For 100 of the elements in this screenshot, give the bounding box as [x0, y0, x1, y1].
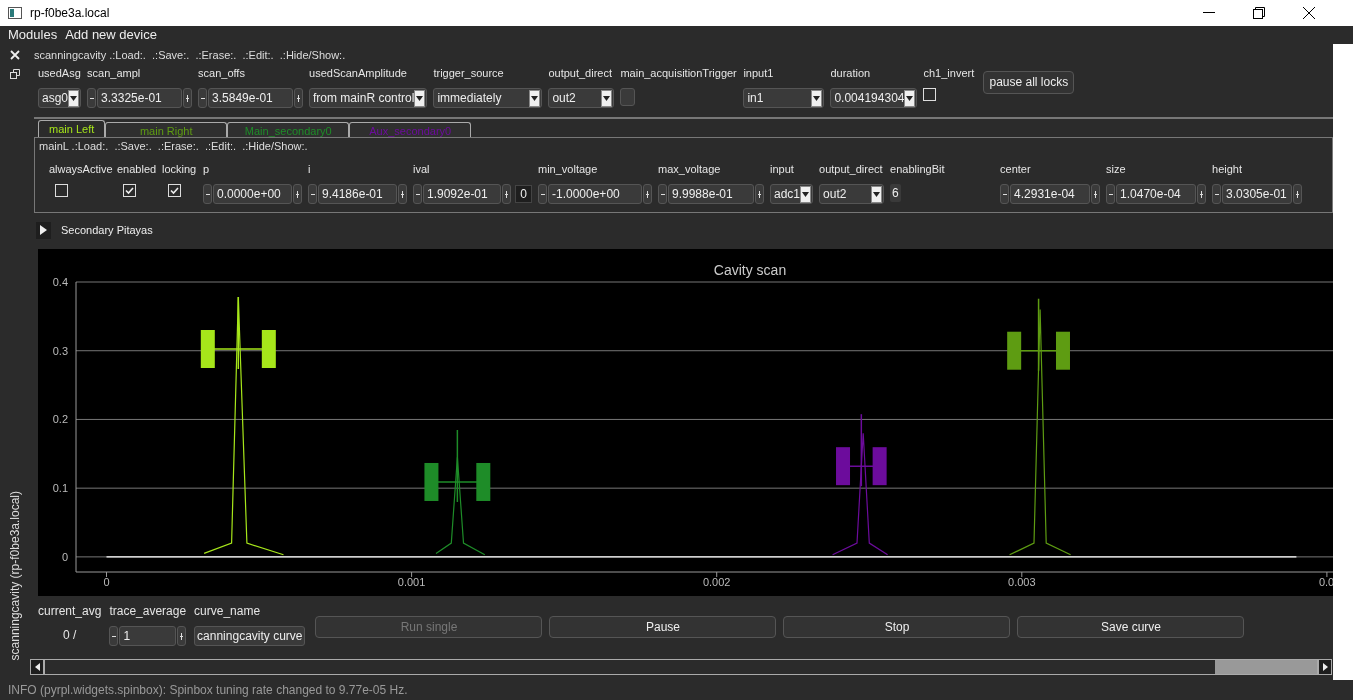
- float-icon[interactable]: [10, 69, 20, 79]
- minus-icon: [1214, 193, 1219, 195]
- minimize-icon[interactable]: [1203, 12, 1215, 14]
- checkbox[interactable]: [168, 184, 181, 197]
- plus-icon: [401, 190, 404, 198]
- number-field[interactable]: 4.2931e-04: [1010, 184, 1091, 204]
- field-label: usedAsg: [38, 66, 82, 80]
- increment-button[interactable]: [502, 184, 512, 204]
- dropdown[interactable]: out2: [819, 184, 885, 204]
- number-field[interactable]: 9.9988e-01: [668, 184, 754, 204]
- y-tick-label: 0.1: [52, 482, 68, 495]
- plus-icon: [1094, 190, 1098, 198]
- horizontal-scrollbar[interactable]: [44, 659, 1318, 675]
- app-icon: [8, 7, 22, 19]
- number-field[interactable]: 1.9092e-01: [423, 184, 502, 204]
- zero-button[interactable]: 0: [515, 185, 532, 203]
- x-tick-label: 0.002: [702, 576, 731, 588]
- increment-button[interactable]: [1293, 184, 1303, 204]
- toggle-button[interactable]: [620, 88, 636, 106]
- y-tick-label: 0.4: [52, 276, 68, 288]
- y-tick-label: 0.3: [52, 344, 68, 357]
- action-button[interactable]: Pause: [549, 616, 777, 638]
- menu-item[interactable]: Modules: [8, 25, 58, 45]
- field-label: current_avg: [38, 603, 102, 620]
- x-tick-label: 0.003: [1008, 576, 1036, 588]
- field-label: center: [1000, 162, 1032, 176]
- action-button[interactable]: Save curve: [1017, 616, 1245, 638]
- number-field[interactable]: 3.0305e-01: [1222, 184, 1293, 204]
- increment-button[interactable]: [177, 626, 187, 646]
- field-label: main_acquisitionTrigger: [620, 66, 738, 80]
- field-label: locking: [162, 162, 198, 176]
- increment-button[interactable]: [1197, 184, 1207, 204]
- field-label: curve_name: [194, 603, 262, 620]
- checkbox[interactable]: [123, 184, 136, 197]
- dropdown[interactable]: 0.004194304: [830, 88, 918, 108]
- expand-button[interactable]: [36, 221, 51, 239]
- increment-button[interactable]: [398, 184, 407, 204]
- field-label: p: [203, 162, 211, 176]
- field-label: size: [1106, 162, 1127, 176]
- text-field[interactable]: 6: [890, 184, 901, 202]
- dropdown[interactable]: asg0: [38, 88, 82, 108]
- number-field[interactable]: 1: [119, 626, 177, 646]
- field-label: scan_offs: [198, 66, 246, 80]
- peak-marker[interactable]: [424, 429, 491, 503]
- tab[interactable]: main Right: [105, 122, 228, 137]
- decrement-button[interactable]: [413, 184, 422, 204]
- y-tick-label: 0.2: [52, 413, 68, 426]
- decrement-button[interactable]: [203, 184, 212, 204]
- y-tick-label: 0: [61, 550, 68, 563]
- plus-icon: [186, 94, 190, 102]
- chart-title: Cavity scan: [713, 262, 787, 278]
- field-label: duration: [830, 66, 872, 80]
- peak-marker[interactable]: [1007, 297, 1070, 372]
- right-arrow-icon: [1322, 663, 1328, 671]
- action-button[interactable]: Stop: [783, 616, 1011, 638]
- plus-icon: [180, 632, 184, 640]
- minus-icon: [111, 635, 116, 637]
- number-field[interactable]: 3.3325e-01: [97, 88, 183, 108]
- close-icon[interactable]: [1303, 7, 1315, 19]
- field-label: output_direct: [548, 66, 613, 80]
- increment-button[interactable]: [294, 88, 304, 108]
- plus-icon: [505, 190, 509, 198]
- field-label: min_voltage: [538, 162, 599, 176]
- restore-icon[interactable]: [1253, 7, 1265, 19]
- tab[interactable]: main Left: [38, 120, 106, 137]
- dropdown[interactable]: out2: [548, 88, 615, 108]
- increment-button[interactable]: [643, 184, 652, 204]
- minus-icon: [540, 193, 545, 195]
- lock-header: mainL .:Load:. .:Save:. .:Erase:. .:Edit:. .:Hide/Show:.: [39, 139, 309, 152]
- peak-marker[interactable]: [200, 296, 276, 370]
- decrement-button[interactable]: [538, 184, 547, 204]
- increment-button[interactable]: [183, 88, 193, 108]
- checkbox[interactable]: [55, 184, 68, 197]
- dropdown[interactable]: in1: [743, 88, 825, 108]
- pause-button[interactable]: pause all locks: [983, 70, 1075, 94]
- peak-marker[interactable]: [836, 413, 887, 487]
- dropdown[interactable]: adc1: [770, 184, 814, 204]
- number-field[interactable]: -1.0000e+00: [548, 184, 642, 204]
- dropdown[interactable]: immediately: [433, 88, 543, 108]
- number-field[interactable]: 0.0000e+00: [213, 184, 292, 204]
- minus-icon: [89, 97, 94, 99]
- checkbox[interactable]: [923, 88, 937, 101]
- decrement-button[interactable]: [658, 184, 667, 204]
- number-field[interactable]: 3.5849e-01: [208, 88, 294, 108]
- increment-button[interactable]: [293, 184, 302, 204]
- scroll-right-button[interactable]: [1318, 659, 1332, 675]
- dropdown[interactable]: from mainR control: [309, 88, 428, 108]
- scrollbar-thumb[interactable]: [1215, 660, 1317, 674]
- number-field[interactable]: 1.0470e-04: [1116, 184, 1197, 204]
- decrement-button[interactable]: [308, 184, 317, 204]
- scroll-left-button[interactable]: [30, 659, 44, 675]
- minus-icon: [200, 97, 205, 99]
- field-label: enabled: [117, 162, 158, 176]
- increment-button[interactable]: [1091, 184, 1101, 204]
- plus-icon: [297, 94, 301, 102]
- number-field[interactable]: 9.4186e-01: [318, 184, 397, 204]
- menu-item[interactable]: Add new device: [65, 25, 157, 45]
- increment-button[interactable]: [755, 184, 764, 204]
- text-field[interactable]: canningcavity curve: [194, 626, 306, 646]
- average-count: 0 /: [63, 627, 77, 644]
